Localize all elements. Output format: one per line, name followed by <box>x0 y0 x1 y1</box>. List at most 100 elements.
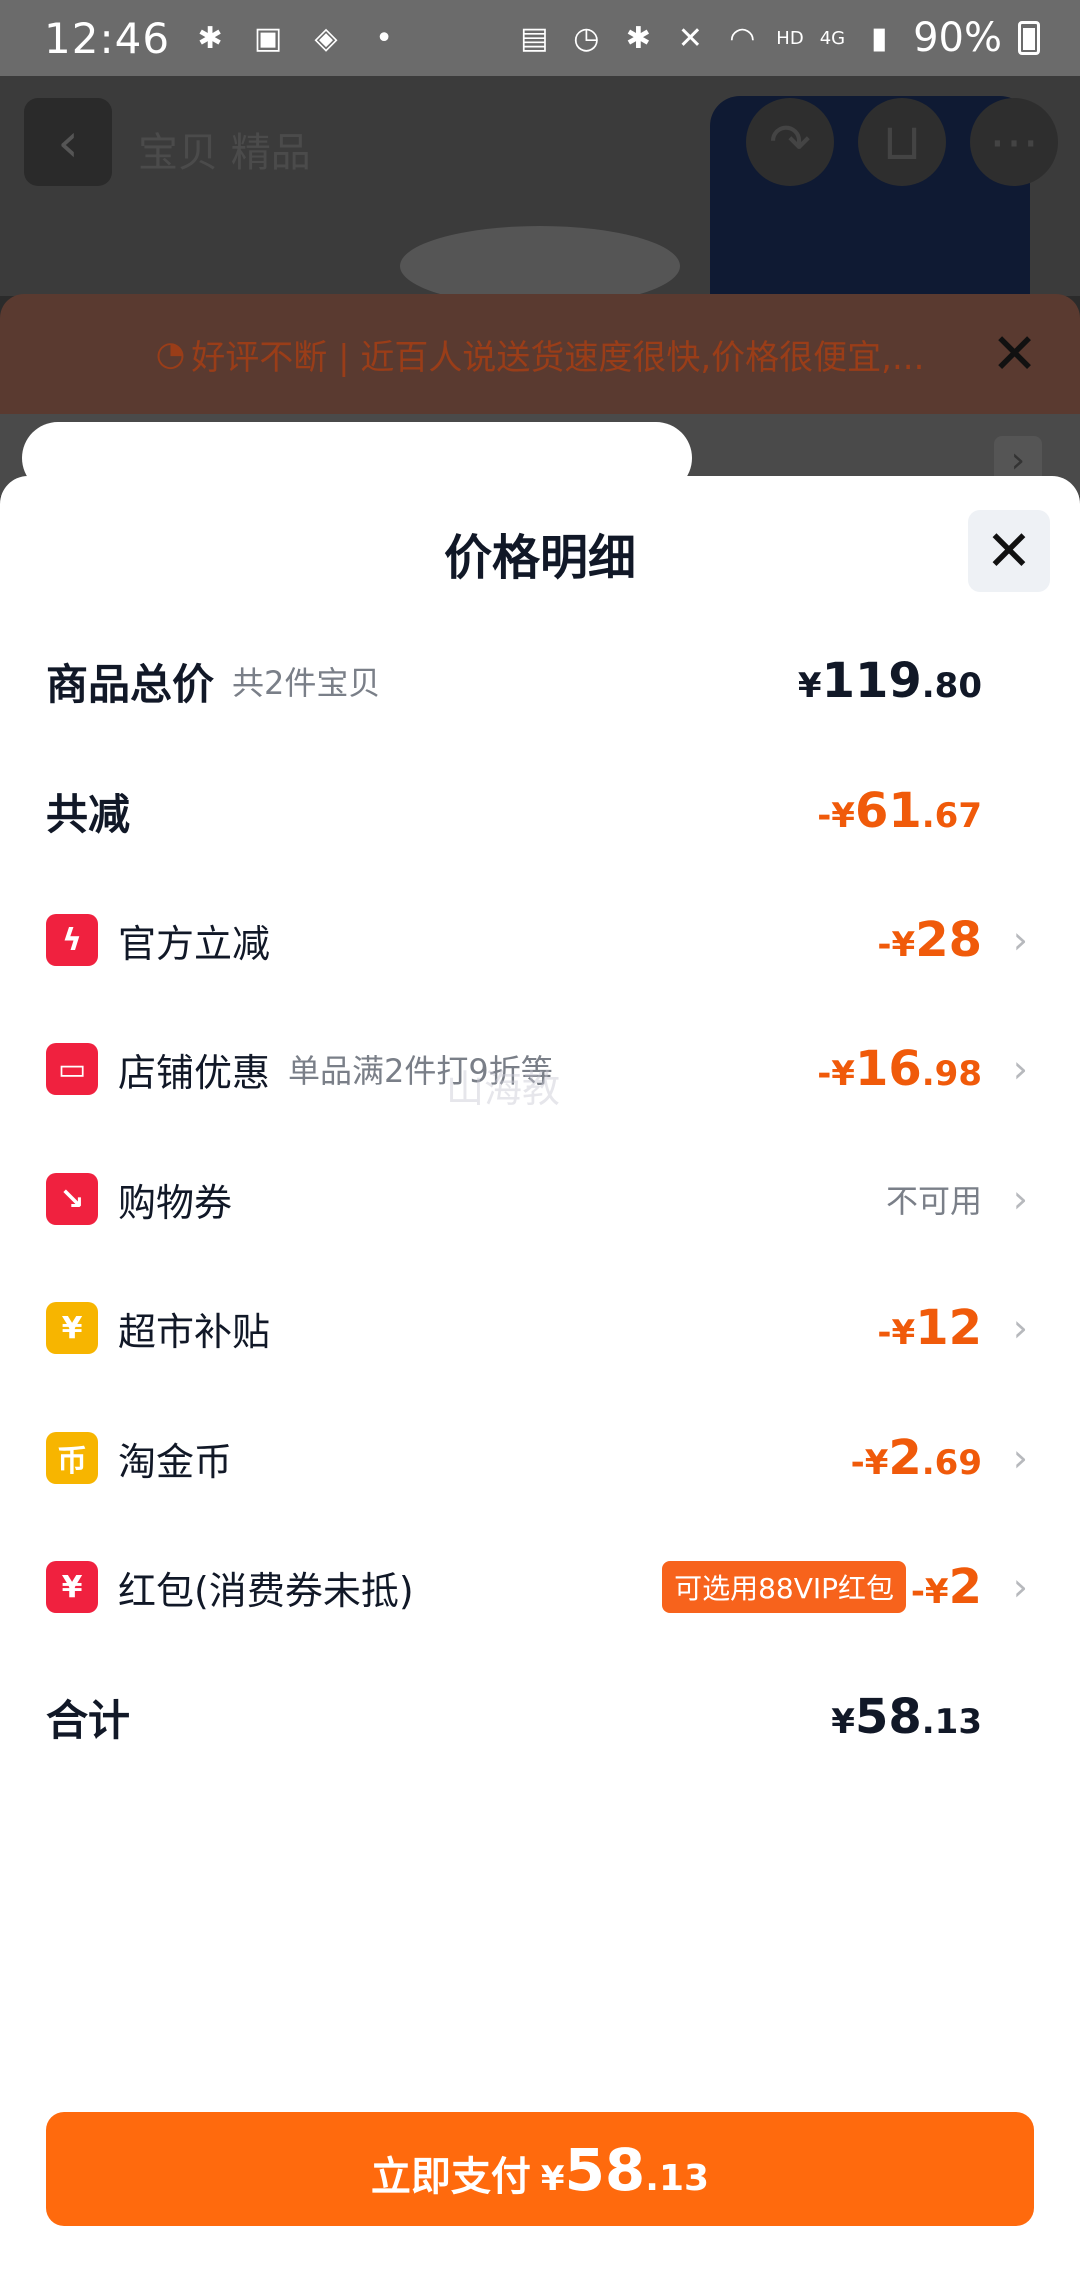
more-button[interactable]: ⋯ <box>970 98 1058 186</box>
review-banner-text: 好评不断 | 近百人说送货速度很快,价格很便宜,... <box>191 337 925 378</box>
currency-symbol: -¥ <box>850 1443 889 1483</box>
cart-button[interactable]: ⊔ <box>858 98 946 186</box>
value-integer: 58 <box>564 2136 646 2204</box>
sum-row: 合计 ¥58.13 <box>0 1672 1080 1762</box>
value-decimal: .67 <box>921 796 982 836</box>
hd-indicator: HD <box>776 27 804 49</box>
value-integer: 12 <box>915 1300 982 1356</box>
bluetooth-icon: ✱ <box>197 20 223 56</box>
back-button[interactable]: ‹ <box>24 98 112 186</box>
value-integer: 2 <box>888 1430 922 1486</box>
chat-bubble-icon: ◔ <box>155 334 186 374</box>
close-icon: ✕ <box>985 518 1033 584</box>
price-detail-sheet: 价格明细 ✕ 商品总价 共2件宝贝 ¥119.80 共减 -¥ 61.67 ϟ 官… <box>0 476 1080 2272</box>
reduction-value: -¥ 61.67 <box>817 783 982 839</box>
total-count: 共2件宝贝 <box>232 664 381 702</box>
discount-value: -¥ 12 <box>877 1300 982 1356</box>
discount-row-coupon[interactable]: ↘ 购物券 不可用 › <box>0 1154 1080 1244</box>
total-price-row: 商品总价 共2件宝贝 ¥119.80 <box>0 636 1080 726</box>
status-bar: 12:46 ✱ ▣ ◈ • ▤ ◷ ✱ ✕ ◠ HD 4G ▮ 90% <box>0 0 1080 76</box>
share-button[interactable]: ↷ <box>746 98 834 186</box>
value-decimal: .80 <box>921 666 982 706</box>
value-integer: 16 <box>854 1041 922 1097</box>
value-decimal: .98 <box>921 1054 982 1094</box>
chevron-right-icon: › <box>1012 918 1028 962</box>
value-integer: 61 <box>854 783 922 839</box>
chevron-right-icon: › <box>1012 1306 1028 1350</box>
discount-label: 官方立减 <box>118 921 271 966</box>
sum-value: ¥58.13 <box>831 1689 982 1745</box>
value-decimal: .13 <box>921 1702 982 1742</box>
currency-symbol: ¥ <box>831 1702 855 1742</box>
back-arrow-icon: ‹ <box>57 110 79 174</box>
reduction-label: 共减 <box>46 789 131 839</box>
discount-label: 红包(消费券未抵) <box>118 1568 414 1613</box>
review-banner: ◔ 好评不断 | 近百人说送货速度很快,价格很便宜,... ✕ <box>0 294 1080 414</box>
total-label: 商品总价 <box>46 659 215 709</box>
status-time: 12:46 <box>44 13 171 63</box>
discount-row-coin[interactable]: 币 淘金币 -¥ 2.69 › <box>0 1413 1080 1503</box>
value-integer: 119 <box>821 653 922 709</box>
network-indicator: 4G <box>819 27 846 49</box>
currency-symbol: -¥ <box>877 925 916 965</box>
background-product-page: ‹ 宝贝 精品 ↷ ⊔ ⋯ ◔ 好评不断 | 近百人说送货速度很快,价格很便宜,… <box>0 76 1080 496</box>
coin-icon: 币 <box>46 1432 98 1484</box>
discount-value: -¥ 16.98 <box>817 1041 982 1097</box>
discount-label: 购物券 <box>118 1180 233 1225</box>
currency-symbol: ¥ <box>797 666 822 706</box>
sheet-close-button[interactable]: ✕ <box>968 510 1050 592</box>
chevron-right-icon: › <box>1012 1177 1028 1221</box>
discount-label: 淘金币 <box>118 1439 233 1484</box>
total-value: ¥119.80 <box>798 653 982 709</box>
share-icon: ↷ <box>769 113 811 171</box>
signal-icon: ▮ <box>870 20 888 56</box>
chevron-right-icon: › <box>1012 1436 1028 1480</box>
battery-icon <box>1018 21 1040 55</box>
discount-value: -¥ 2 <box>911 1559 982 1615</box>
value-decimal: .13 <box>645 2158 710 2199</box>
pay-now-button[interactable]: 立即支付 ¥58.13 <box>46 2112 1034 2226</box>
reduction-row: 共减 -¥ 61.67 <box>0 766 1080 856</box>
vip-red-packet-badge[interactable]: 可选用88VIP红包 <box>662 1561 906 1613</box>
currency-symbol: -¥ <box>877 1313 916 1353</box>
discount-value: -¥ 2.69 <box>851 1430 982 1486</box>
currency-symbol: -¥ <box>910 1572 949 1612</box>
product-page-title: 宝贝 精品 <box>138 130 311 176</box>
discount-row-official[interactable]: ϟ 官方立减 -¥ 28 › <box>0 895 1080 985</box>
chevron-right-icon: › <box>1012 1565 1028 1609</box>
battery-percent: 90% <box>913 15 1002 61</box>
value-decimal: .69 <box>921 1443 982 1483</box>
discount-value: -¥ 28 <box>877 912 982 968</box>
battery-saver-icon: ▤ <box>520 20 549 56</box>
pay-label: 立即支付 <box>370 2154 531 2200</box>
more-icon: ⋯ <box>989 113 1039 171</box>
currency-symbol: -¥ <box>817 796 855 836</box>
coupon-status: 不可用 <box>885 1182 982 1220</box>
watermark: 山海教 <box>446 1067 561 1111</box>
value-integer: 28 <box>915 912 982 968</box>
red-packet-icon: ¥ <box>46 1561 98 1613</box>
discount-row-red-packet[interactable]: ¥ 红包(消费券未抵) 可选用88VIP红包 -¥ 2 › <box>0 1542 1080 1632</box>
chevron-right-icon: › <box>1012 1047 1028 1091</box>
cart-icon: ⊔ <box>882 113 922 171</box>
lightning-icon: ϟ <box>46 914 98 966</box>
coupon-icon: ↘ <box>46 1173 98 1225</box>
alarm-icon: ◷ <box>573 20 600 56</box>
image-icon: ▣ <box>253 20 283 56</box>
discount-label: 超市补贴 <box>118 1309 271 1354</box>
sheet-title: 价格明细 <box>443 530 636 586</box>
currency-symbol: -¥ <box>817 1054 855 1094</box>
supermarket-icon: ¥ <box>46 1302 98 1354</box>
banner-close-icon[interactable]: ✕ <box>991 322 1038 387</box>
mute-icon: ✕ <box>677 20 703 56</box>
discount-label: 店铺优惠 <box>118 1050 271 1095</box>
bluetooth-icon: ✱ <box>625 20 651 56</box>
shopping-bag-icon: ◈ <box>314 20 338 56</box>
discount-row-supermarket[interactable]: ¥ 超市补贴 -¥ 12 › <box>0 1283 1080 1373</box>
sum-label: 合计 <box>46 1695 131 1745</box>
value-integer: 58 <box>854 1689 922 1745</box>
dot-icon: • <box>375 20 393 56</box>
value-integer: 2 <box>948 1559 982 1615</box>
wifi-icon: ◠ <box>729 20 756 56</box>
currency-symbol: ¥ <box>540 2159 565 2199</box>
